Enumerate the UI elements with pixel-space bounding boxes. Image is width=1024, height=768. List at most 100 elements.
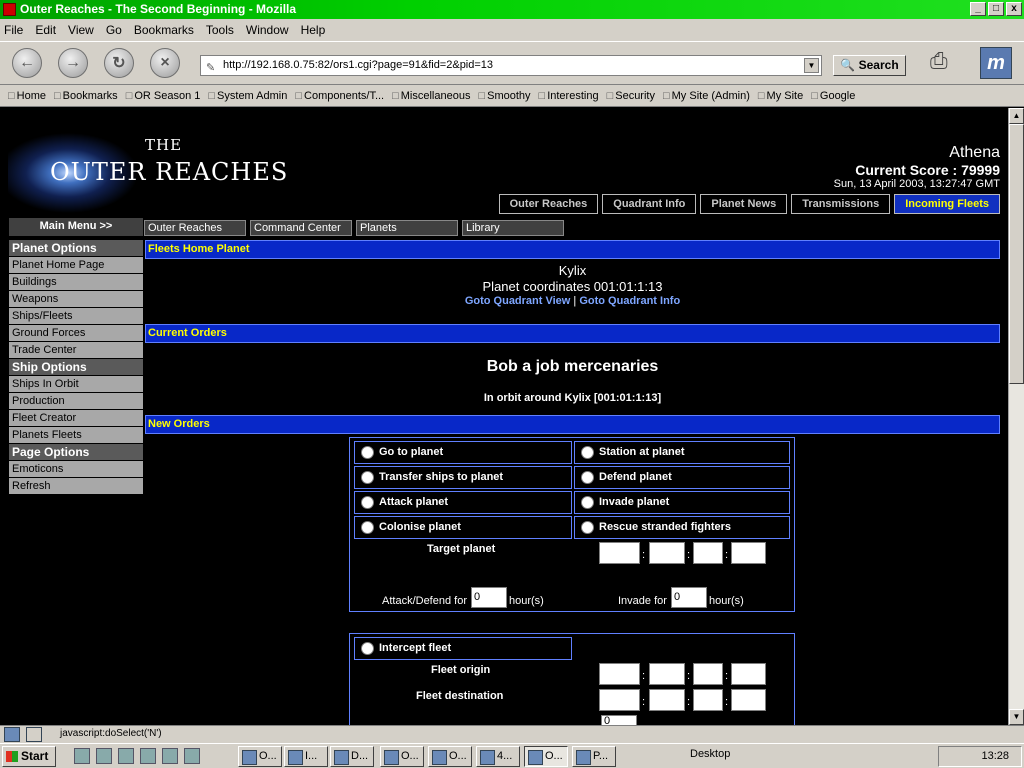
- scroll-thumb[interactable]: [1009, 124, 1024, 384]
- menu-file[interactable]: File: [4, 23, 23, 37]
- taskbar-item[interactable]: O...: [380, 746, 424, 767]
- taskbar-item[interactable]: O...: [238, 746, 282, 767]
- quicklaunch-icon[interactable]: [74, 748, 90, 764]
- goto-quadrant-info-link[interactable]: Goto Quadrant Info: [579, 295, 680, 307]
- destination-coord-4[interactable]: [731, 689, 766, 711]
- start-button[interactable]: Start: [2, 746, 56, 767]
- search-button[interactable]: 🔍 Search: [833, 55, 906, 76]
- menu-help[interactable]: Help: [301, 23, 326, 37]
- taskbar-item[interactable]: D...: [330, 746, 374, 767]
- menu-bookmarks[interactable]: Bookmarks: [134, 23, 194, 37]
- option-invade-planet[interactable]: Invade planet: [574, 491, 790, 514]
- origin-coord-4[interactable]: [731, 663, 766, 685]
- sidebar-item-ships-in-orbit[interactable]: Ships In Orbit: [9, 376, 143, 393]
- origin-coord-3[interactable]: [693, 663, 723, 685]
- menu-window[interactable]: Window: [246, 23, 289, 37]
- radio-transfer-ships[interactable]: [361, 471, 374, 484]
- origin-coord-1[interactable]: [599, 663, 640, 685]
- option-colonise-planet[interactable]: Colonise planet: [354, 516, 572, 539]
- invade-hours-input[interactable]: 0: [671, 587, 707, 608]
- sidebar-item-weapons[interactable]: Weapons: [9, 291, 143, 308]
- menu-tools[interactable]: Tools: [206, 23, 234, 37]
- quicklaunch-icon[interactable]: [118, 748, 134, 764]
- window-title-bar[interactable]: Outer Reaches - The Second Beginning - M…: [0, 0, 1024, 19]
- tab-incoming-fleets[interactable]: Incoming Fleets: [894, 194, 1000, 214]
- bookmark-home[interactable]: Home: [8, 90, 46, 102]
- option-station-at-planet[interactable]: Station at planet: [574, 441, 790, 464]
- tab-planet-news[interactable]: Planet News: [700, 194, 788, 214]
- sidebar-item-emoticons[interactable]: Emoticons: [9, 461, 143, 478]
- mozilla-throbber-icon[interactable]: m: [980, 47, 1012, 79]
- bookmark-smoothy[interactable]: Smoothy: [478, 90, 530, 102]
- target-coord-1[interactable]: [599, 542, 640, 564]
- destination-coord-3[interactable]: [693, 689, 723, 711]
- print-icon[interactable]: ⎙: [930, 48, 948, 74]
- subnav-library[interactable]: Library: [462, 220, 564, 236]
- destination-coord-1[interactable]: [599, 689, 640, 711]
- taskbar-item[interactable]: I...: [284, 746, 328, 767]
- back-button[interactable]: ←: [12, 48, 42, 78]
- maximize-button[interactable]: □: [988, 2, 1004, 16]
- menu-edit[interactable]: Edit: [35, 23, 56, 37]
- radio-attack-planet[interactable]: [361, 496, 374, 509]
- target-coord-3[interactable]: [693, 542, 723, 564]
- quicklaunch-icon[interactable]: [96, 748, 112, 764]
- sidebar-item-production[interactable]: Production: [9, 393, 143, 410]
- url-dropdown-icon[interactable]: ▼: [804, 58, 819, 73]
- scroll-up-icon[interactable]: ▲: [1009, 108, 1024, 124]
- page-scrollbar[interactable]: ▲ ▼: [1008, 108, 1024, 725]
- quicklaunch-icon[interactable]: [162, 748, 178, 764]
- bookmark-components[interactable]: Components/T...: [295, 90, 384, 102]
- sidebar-item-refresh[interactable]: Refresh: [9, 478, 143, 495]
- radio-invade-planet[interactable]: [581, 496, 594, 509]
- bookmark-system-admin[interactable]: System Admin: [208, 90, 287, 102]
- bookmark-interesting[interactable]: Interesting: [539, 90, 598, 102]
- sidebar-item-ships-fleets[interactable]: Ships/Fleets: [9, 308, 143, 325]
- bookmark-security[interactable]: Security: [607, 90, 655, 102]
- sidebar-item-planets-fleets[interactable]: Planets Fleets: [9, 427, 143, 444]
- extra-hours-input[interactable]: 0: [601, 715, 637, 725]
- option-transfer-ships[interactable]: Transfer ships to planet: [354, 466, 572, 489]
- radio-intercept-fleet[interactable]: [361, 642, 374, 655]
- sidebar-item-planet-home-page[interactable]: Planet Home Page: [9, 257, 143, 274]
- quicklaunch-icon[interactable]: [184, 748, 200, 764]
- taskbar-item[interactable]: O...: [428, 746, 472, 767]
- sidebar-item-ground-forces[interactable]: Ground Forces: [9, 325, 143, 342]
- menu-go[interactable]: Go: [106, 23, 122, 37]
- radio-station-at-planet[interactable]: [581, 446, 594, 459]
- sidebar-item-buildings[interactable]: Buildings: [9, 274, 143, 291]
- bookmark-bookmarks[interactable]: Bookmarks: [54, 90, 118, 102]
- desktop-toolbar-label[interactable]: Desktop: [690, 748, 730, 760]
- sidebar-item-fleet-creator[interactable]: Fleet Creator: [9, 410, 143, 427]
- bookmark-or-season-1[interactable]: OR Season 1: [126, 90, 200, 102]
- bookmark-my-site-admin[interactable]: My Site (Admin): [663, 90, 750, 102]
- goto-quadrant-view-link[interactable]: Goto Quadrant View: [465, 295, 571, 307]
- clock[interactable]: 13:28: [981, 750, 1009, 762]
- subnav-planets[interactable]: Planets: [356, 220, 458, 236]
- taskbar-item-active[interactable]: O...: [524, 746, 568, 767]
- taskbar-item[interactable]: P...: [572, 746, 616, 767]
- online-status-icon[interactable]: [26, 727, 42, 742]
- target-coord-4[interactable]: [731, 542, 766, 564]
- bookmark-miscellaneous[interactable]: Miscellaneous: [392, 90, 471, 102]
- close-button[interactable]: x: [1006, 2, 1022, 16]
- tab-quadrant-info[interactable]: Quadrant Info: [602, 194, 697, 214]
- option-go-to-planet[interactable]: Go to planet: [354, 441, 572, 464]
- attack-defend-hours-input[interactable]: 0: [471, 587, 507, 608]
- radio-go-to-planet[interactable]: [361, 446, 374, 459]
- option-rescue-fighters[interactable]: Rescue stranded fighters: [574, 516, 790, 539]
- bookmark-google[interactable]: Google: [811, 90, 855, 102]
- forward-button[interactable]: →: [58, 48, 88, 78]
- tab-transmissions[interactable]: Transmissions: [791, 194, 891, 214]
- main-menu-button[interactable]: Main Menu >>: [9, 218, 143, 236]
- radio-colonise-planet[interactable]: [361, 521, 374, 534]
- origin-coord-2[interactable]: [649, 663, 685, 685]
- bookmark-my-site[interactable]: My Site: [758, 90, 804, 102]
- subnav-command-center[interactable]: Command Center: [250, 220, 352, 236]
- option-attack-planet[interactable]: Attack planet: [354, 491, 572, 514]
- target-coord-2[interactable]: [649, 542, 685, 564]
- tab-outer-reaches[interactable]: Outer Reaches: [498, 194, 599, 214]
- outer-reaches-logo[interactable]: THE OUTER REACHES: [8, 118, 288, 213]
- option-intercept-fleet[interactable]: Intercept fleet: [354, 637, 572, 660]
- quicklaunch-icon[interactable]: [140, 748, 156, 764]
